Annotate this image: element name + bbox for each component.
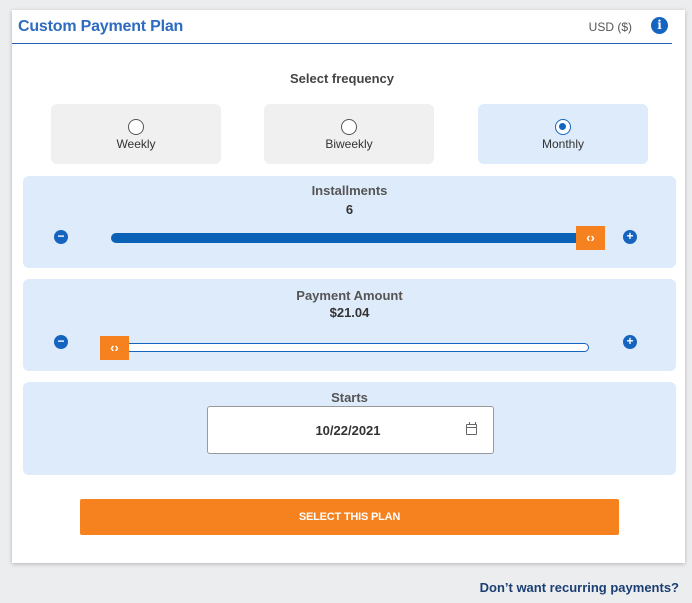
starts-panel: Starts 10/22/2021 bbox=[23, 382, 676, 475]
starts-title: Starts bbox=[331, 390, 368, 405]
payment-amount-value: $21.04 bbox=[329, 305, 370, 320]
payment-amount-decrement-button[interactable]: − bbox=[54, 335, 68, 349]
payment-amount-slider-track[interactable] bbox=[111, 343, 589, 352]
frequency-option-label: Weekly bbox=[116, 137, 156, 151]
installments-slider-track[interactable] bbox=[111, 233, 591, 243]
select-plan-button[interactable]: SELECT THIS PLAN bbox=[80, 499, 619, 535]
installments-title: Installments bbox=[311, 183, 388, 198]
installments-decrement-button[interactable]: − bbox=[54, 230, 68, 244]
installments-value: 6 bbox=[345, 202, 354, 217]
frequency-option-weekly[interactable]: Weekly bbox=[51, 104, 221, 164]
frequency-option-monthly[interactable]: Monthly bbox=[478, 104, 648, 164]
frequency-option-label: Monthly bbox=[541, 137, 585, 151]
radio-biweekly[interactable] bbox=[341, 119, 357, 135]
frequency-label: Select frequency bbox=[289, 71, 395, 86]
card-header: Custom Payment Plan USD ($) i bbox=[12, 17, 672, 44]
payment-amount-slider-thumb[interactable]: ‹› bbox=[100, 336, 129, 360]
info-icon[interactable]: i bbox=[651, 17, 668, 34]
payment-amount-panel: Payment Amount $21.04 − ‹› + bbox=[23, 279, 676, 371]
start-date-input[interactable]: 10/22/2021 bbox=[207, 406, 494, 454]
installments-increment-button[interactable]: + bbox=[623, 230, 637, 244]
radio-weekly[interactable] bbox=[128, 119, 144, 135]
installments-panel: Installments 6 − ‹› + bbox=[23, 176, 676, 268]
currency-label: USD ($) bbox=[588, 20, 632, 34]
calendar-icon[interactable] bbox=[466, 422, 477, 435]
installments-slider-thumb[interactable]: ‹› bbox=[576, 226, 605, 250]
frequency-option-biweekly[interactable]: Biweekly bbox=[264, 104, 434, 164]
card-title: Custom Payment Plan bbox=[18, 18, 184, 35]
payment-amount-increment-button[interactable]: + bbox=[623, 335, 637, 349]
radio-monthly[interactable] bbox=[555, 119, 571, 135]
start-date-value: 10/22/2021 bbox=[315, 423, 381, 438]
payment-amount-title: Payment Amount bbox=[296, 288, 403, 303]
no-recurring-payments-link[interactable]: Don’t want recurring payments? bbox=[480, 580, 679, 595]
frequency-option-label: Biweekly bbox=[325, 137, 373, 151]
